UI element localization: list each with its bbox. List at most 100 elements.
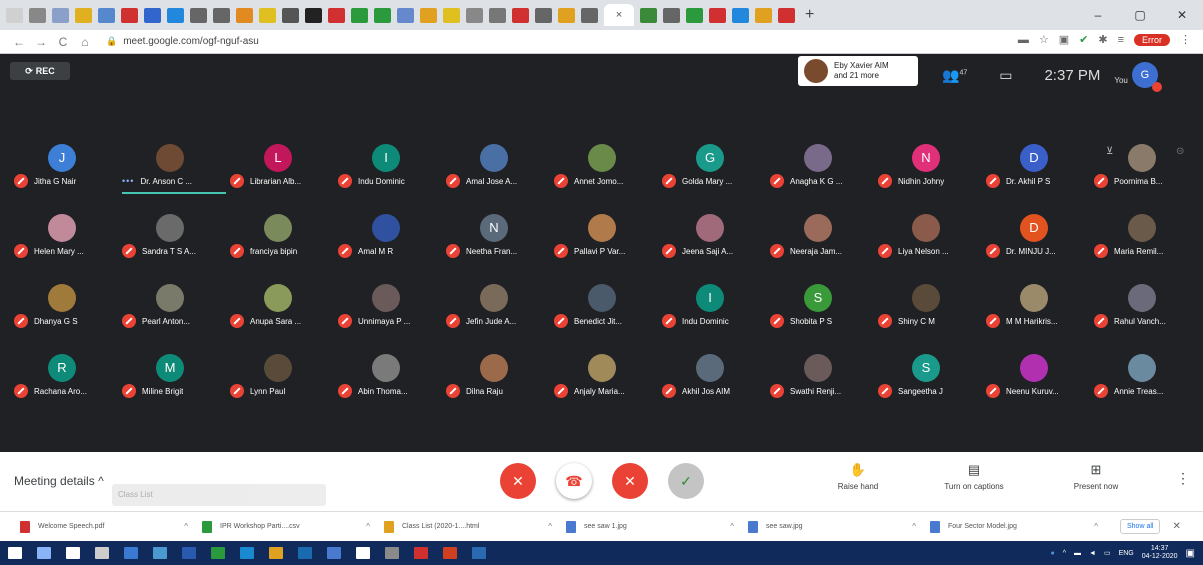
download-options-chevron-icon[interactable]: ^: [1094, 522, 1098, 531]
participant-tile[interactable]: Helen Mary ...: [14, 214, 122, 264]
download-options-chevron-icon[interactable]: ^: [366, 522, 370, 531]
download-options-chevron-icon[interactable]: ^: [184, 522, 188, 531]
browser-tab[interactable]: [686, 7, 703, 23]
participant-tile[interactable]: Neeraja Jam...: [770, 214, 878, 264]
minimize-button[interactable]: –: [1077, 0, 1119, 30]
attendance-extension-button[interactable]: ✓: [668, 463, 704, 499]
download-options-chevron-icon[interactable]: ^: [730, 522, 734, 531]
browser-tab[interactable]: [535, 7, 552, 23]
download-options-chevron-icon[interactable]: ^: [912, 522, 916, 531]
browser-tab[interactable]: [709, 7, 726, 23]
profile-error-button[interactable]: Error: [1134, 33, 1170, 46]
browser-tab[interactable]: [282, 7, 299, 23]
participant-tile[interactable]: L Librarian Alb...: [230, 144, 338, 194]
participant-tile[interactable]: Anjaly Maria...: [554, 354, 662, 404]
browser-tab[interactable]: [52, 7, 69, 23]
participant-tile[interactable]: Dhanya G S: [14, 284, 122, 334]
chevron-up-tray-icon[interactable]: ^: [1063, 550, 1066, 557]
windows-start-icon[interactable]: [8, 547, 22, 559]
close-tab-icon[interactable]: ×: [616, 9, 622, 21]
participant-tile[interactable]: J Jitha G Nair: [14, 144, 122, 194]
browser-tab[interactable]: [581, 7, 598, 23]
self-avatar[interactable]: G: [1131, 62, 1162, 92]
participant-tile[interactable]: franciya bipin: [230, 214, 338, 264]
browser-tab[interactable]: [489, 7, 506, 23]
more-options-icon[interactable]: ⋮: [1176, 470, 1190, 487]
browser-tab[interactable]: [29, 7, 46, 23]
media-icon[interactable]: ≡: [1118, 34, 1124, 46]
extension-icon[interactable]: ▣: [1059, 33, 1069, 46]
language-indicator[interactable]: ENG: [1119, 550, 1134, 557]
taskbar-app-icon[interactable]: [327, 547, 341, 559]
participant-tile[interactable]: N Nidhin Johny: [878, 144, 986, 194]
participant-tile[interactable]: Pearl Anton...: [122, 284, 230, 334]
taskbar-app-icon[interactable]: [37, 547, 51, 559]
participant-tile[interactable]: Lynn Paul: [230, 354, 338, 404]
raise-hand-button[interactable]: ✋ Raise hand: [830, 462, 886, 491]
browser-tab[interactable]: [351, 7, 368, 23]
meeting-details-button[interactable]: Meeting details ^: [14, 474, 104, 488]
chrome-tray-icon[interactable]: ●: [1050, 550, 1054, 557]
participant-tile[interactable]: D Dr. MINJU J...: [986, 214, 1094, 264]
captions-button[interactable]: ▤ Turn on captions: [934, 462, 1014, 491]
camera-toggle-button[interactable]: ✕: [612, 463, 648, 499]
browser-tab[interactable]: [466, 7, 483, 23]
check-extension-icon[interactable]: ✔: [1079, 33, 1088, 46]
participant-tile[interactable]: Dilna Raju: [446, 354, 554, 404]
new-tab-button[interactable]: +: [805, 6, 819, 24]
show-all-downloads-button[interactable]: Show all: [1120, 519, 1161, 534]
browser-tab[interactable]: [236, 7, 253, 23]
participant-tile[interactable]: I Indu Dominic: [338, 144, 446, 194]
participant-tile[interactable]: S Shobita P S: [770, 284, 878, 334]
taskbar-app-icon[interactable]: [269, 547, 283, 559]
menu-icon[interactable]: ⋮: [1180, 33, 1191, 46]
participant-tile[interactable]: M M Harikris...: [986, 284, 1094, 334]
participant-tile[interactable]: Anagha K G ...: [770, 144, 878, 194]
taskbar-app-icon[interactable]: [66, 547, 80, 559]
browser-tab[interactable]: [305, 7, 322, 23]
participant-tile[interactable]: Unnimaya P ...: [338, 284, 446, 334]
present-now-button[interactable]: ⊞ Present now: [1066, 462, 1126, 491]
browser-tab[interactable]: [778, 7, 795, 23]
leave-call-button[interactable]: ☎: [556, 463, 592, 499]
browser-tab[interactable]: [732, 7, 749, 23]
presenter-pill[interactable]: Eby Xavier AIM and 21 more: [798, 56, 918, 86]
download-item[interactable]: Welcome Speech.pdf ^: [20, 520, 202, 533]
download-item[interactable]: IPR Workshop Parti....csv ^: [202, 520, 384, 533]
taskbar-app-icon[interactable]: [182, 547, 196, 559]
browser-tab[interactable]: [512, 7, 529, 23]
participant-tile[interactable]: Anupa Sara ...: [230, 284, 338, 334]
star-icon[interactable]: ☆: [1039, 33, 1049, 46]
browser-tab[interactable]: [75, 7, 92, 23]
download-item[interactable]: see saw.jpg ^: [748, 520, 930, 533]
participant-tile[interactable]: Amal M R: [338, 214, 446, 264]
download-item[interactable]: Class List (2020-1....html ^: [384, 520, 566, 533]
active-meet-tab[interactable]: ×: [604, 4, 634, 26]
participant-tile[interactable]: Abin Thoma...: [338, 354, 446, 404]
participant-tile[interactable]: Liya Nelson ...: [878, 214, 986, 264]
participant-tile[interactable]: Annet Jomo...: [554, 144, 662, 194]
browser-tab[interactable]: [6, 7, 23, 23]
browser-tab[interactable]: [144, 7, 161, 23]
browser-tab[interactable]: [167, 7, 184, 23]
participant-tile[interactable]: I Indu Dominic: [662, 284, 770, 334]
taskbar-app-icon[interactable]: [414, 547, 428, 559]
browser-tab[interactable]: [374, 7, 391, 23]
url-field[interactable]: 🔒 meet.google.com/ogf-nguf-asu: [106, 36, 259, 47]
browser-tab[interactable]: [558, 7, 575, 23]
participant-tile[interactable]: D Dr. Akhil P S: [986, 144, 1094, 194]
taskbar-app-icon[interactable]: [443, 547, 457, 559]
maximize-button[interactable]: ▢: [1119, 0, 1161, 30]
chat-icon[interactable]: ▭: [999, 67, 1012, 84]
participant-tile[interactable]: Pallavi P Var...: [554, 214, 662, 264]
browser-tab[interactable]: [663, 7, 680, 23]
participant-tile[interactable]: Akhil Jos AIM: [662, 354, 770, 404]
participant-tile[interactable]: Rahul Vanch...: [1094, 284, 1202, 334]
browser-tab[interactable]: [755, 7, 772, 23]
browser-tab[interactable]: [443, 7, 460, 23]
participant-tile[interactable]: Neenu Kuruv...: [986, 354, 1094, 404]
puzzle-icon[interactable]: ✱: [1098, 33, 1107, 46]
network-icon[interactable]: ▬: [1074, 550, 1081, 557]
participant-tile[interactable]: N Neetha Fran...: [446, 214, 554, 264]
close-window-button[interactable]: ✕: [1161, 0, 1203, 30]
